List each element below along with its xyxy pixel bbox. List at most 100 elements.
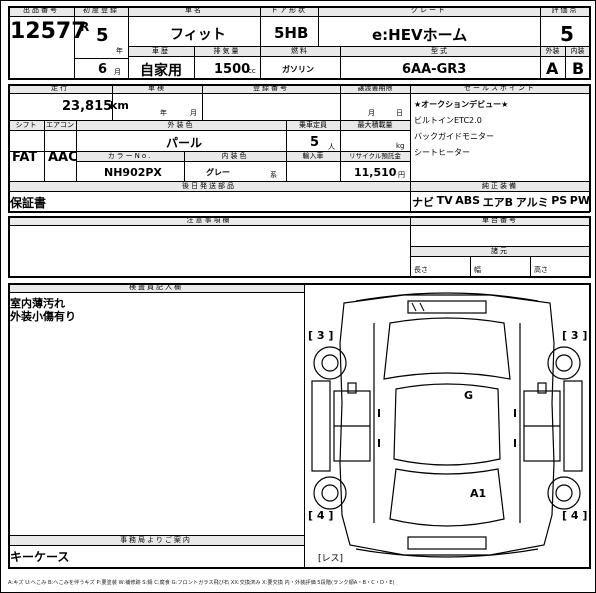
- rule: [184, 151, 185, 181]
- rule: [8, 535, 304, 536]
- lot-number: 12577: [10, 19, 87, 44]
- rule: [8, 151, 410, 152]
- equipment-item: ナビ: [412, 196, 434, 209]
- fuel-value: ガソリン: [282, 65, 314, 74]
- rule: [410, 246, 590, 247]
- recycle-deposit-label: リサイクル預託金: [340, 152, 410, 161]
- rule: [8, 84, 590, 86]
- recycle-deposit-unit: 円: [398, 171, 405, 179]
- registration-month: 6: [98, 62, 108, 77]
- rule: [8, 6, 590, 8]
- rule: [8, 130, 410, 131]
- office-notes-value: キーケース: [10, 550, 70, 564]
- transfer-day-unit: 日: [396, 109, 403, 117]
- legend-text: A:キズ U:へこみ B:へこみを伴うキズ P:要塗装 W:補修跡 S:錆 C:…: [8, 580, 395, 586]
- interior-grade-label: 内装: [565, 47, 590, 56]
- rule: [8, 216, 10, 278]
- year-unit: 年: [116, 47, 123, 55]
- inspector-note: 外装小傷有り: [10, 310, 76, 323]
- equipment-list: ナビ TV ABS エアB アルミ PS PW: [412, 194, 590, 210]
- displacement-unit: cc: [248, 67, 256, 75]
- interior-color-value: グレー: [206, 168, 230, 177]
- rule: [202, 84, 203, 121]
- rule: [304, 283, 305, 569]
- car-damage-diagram: [ 3 ] [ 3 ] [ 4 ] [ 4 ] G A1 [レス]: [308, 292, 587, 564]
- model-value: 6AA-GR3: [402, 62, 467, 77]
- spare-tire-less: [レス]: [318, 554, 343, 564]
- equipment-item: アルミ: [515, 196, 549, 209]
- rule: [410, 191, 590, 192]
- rule: [128, 56, 590, 57]
- rule: [76, 120, 77, 181]
- rule: [8, 16, 590, 17]
- rule: [470, 256, 471, 276]
- exterior-color-label: 外装色: [76, 121, 286, 130]
- rule: [8, 211, 590, 213]
- rule: [8, 283, 590, 285]
- registration-year: 5: [96, 25, 109, 46]
- deferred-parts-value: 保証書: [10, 196, 47, 210]
- rule: [565, 46, 566, 80]
- rule: [128, 6, 129, 80]
- rule: [410, 216, 411, 278]
- rule: [589, 216, 591, 278]
- damage-mark-rear-left: [ 4 ]: [308, 509, 333, 522]
- rule: [76, 161, 410, 162]
- rule: [8, 545, 304, 546]
- capacity-value: 5: [310, 135, 320, 150]
- rule: [8, 292, 304, 293]
- era-mark: R: [80, 20, 90, 34]
- rule: [340, 46, 341, 80]
- color-number-value: NH902PX: [104, 166, 162, 179]
- rule: [530, 256, 531, 276]
- rule: [8, 78, 590, 80]
- rule: [8, 120, 410, 121]
- rule: [194, 46, 195, 80]
- damage-code-rear: A1: [470, 487, 486, 500]
- recycle-deposit-value: 11,510: [354, 166, 397, 179]
- max-load-unit: kg: [396, 142, 405, 150]
- sales-point-item: ★オークションデビュー★: [414, 100, 509, 109]
- rule: [540, 6, 541, 80]
- interior-color-suffix: 系: [270, 171, 277, 179]
- shift-label: シフト: [8, 121, 44, 130]
- rule: [0, 0, 1, 593]
- equipment-label: 純正装備: [410, 182, 590, 191]
- inspection-year-unit: 年: [160, 109, 167, 117]
- sales-point-item: シートヒーター: [414, 148, 470, 157]
- auction-sheet: 出品番号 初度登録 車名 ドア形状 グレード 評価点 12577 R 5 年 フ…: [0, 0, 596, 593]
- rule: [8, 6, 10, 80]
- color-number-label: カラーNo.: [76, 152, 184, 161]
- interior-color-label: 内装色: [184, 152, 286, 161]
- rule: [260, 6, 261, 80]
- score-value: 5: [560, 22, 574, 46]
- rule: [589, 6, 591, 80]
- exterior-grade-label: 外装: [540, 47, 565, 56]
- door-type: 5HB: [274, 24, 309, 42]
- damage-mark-rear-right: [ 4 ]: [562, 509, 587, 522]
- history-label: 車歴: [128, 47, 194, 56]
- sales-point-item: バックガイドモニター: [414, 132, 494, 141]
- rule: [74, 58, 128, 59]
- rule: [8, 567, 590, 569]
- exterior-color-value: パール: [166, 136, 203, 150]
- displacement-value: 1500: [214, 62, 251, 77]
- ac-value: AAC: [48, 150, 78, 165]
- rule: [589, 283, 591, 569]
- rule: [0, 0, 596, 1]
- transfer-month-unit: 月: [368, 109, 375, 117]
- rule: [318, 6, 319, 46]
- rule: [74, 6, 75, 80]
- length-label: 長さ: [414, 266, 428, 274]
- rule: [589, 84, 591, 212]
- deferred-parts-label: 後日発送部品: [8, 182, 410, 191]
- grade-value: e:HEVホーム: [372, 26, 468, 44]
- damage-mark-front-left: [ 3 ]: [308, 329, 333, 342]
- fuel-label: 燃料: [260, 47, 340, 56]
- dimensions-label: 諸元: [410, 247, 590, 256]
- car-name: フィット: [170, 27, 226, 43]
- rule: [286, 120, 287, 181]
- month-unit: 月: [114, 68, 121, 76]
- interior-grade-value: B: [572, 59, 585, 78]
- rule: [410, 256, 590, 257]
